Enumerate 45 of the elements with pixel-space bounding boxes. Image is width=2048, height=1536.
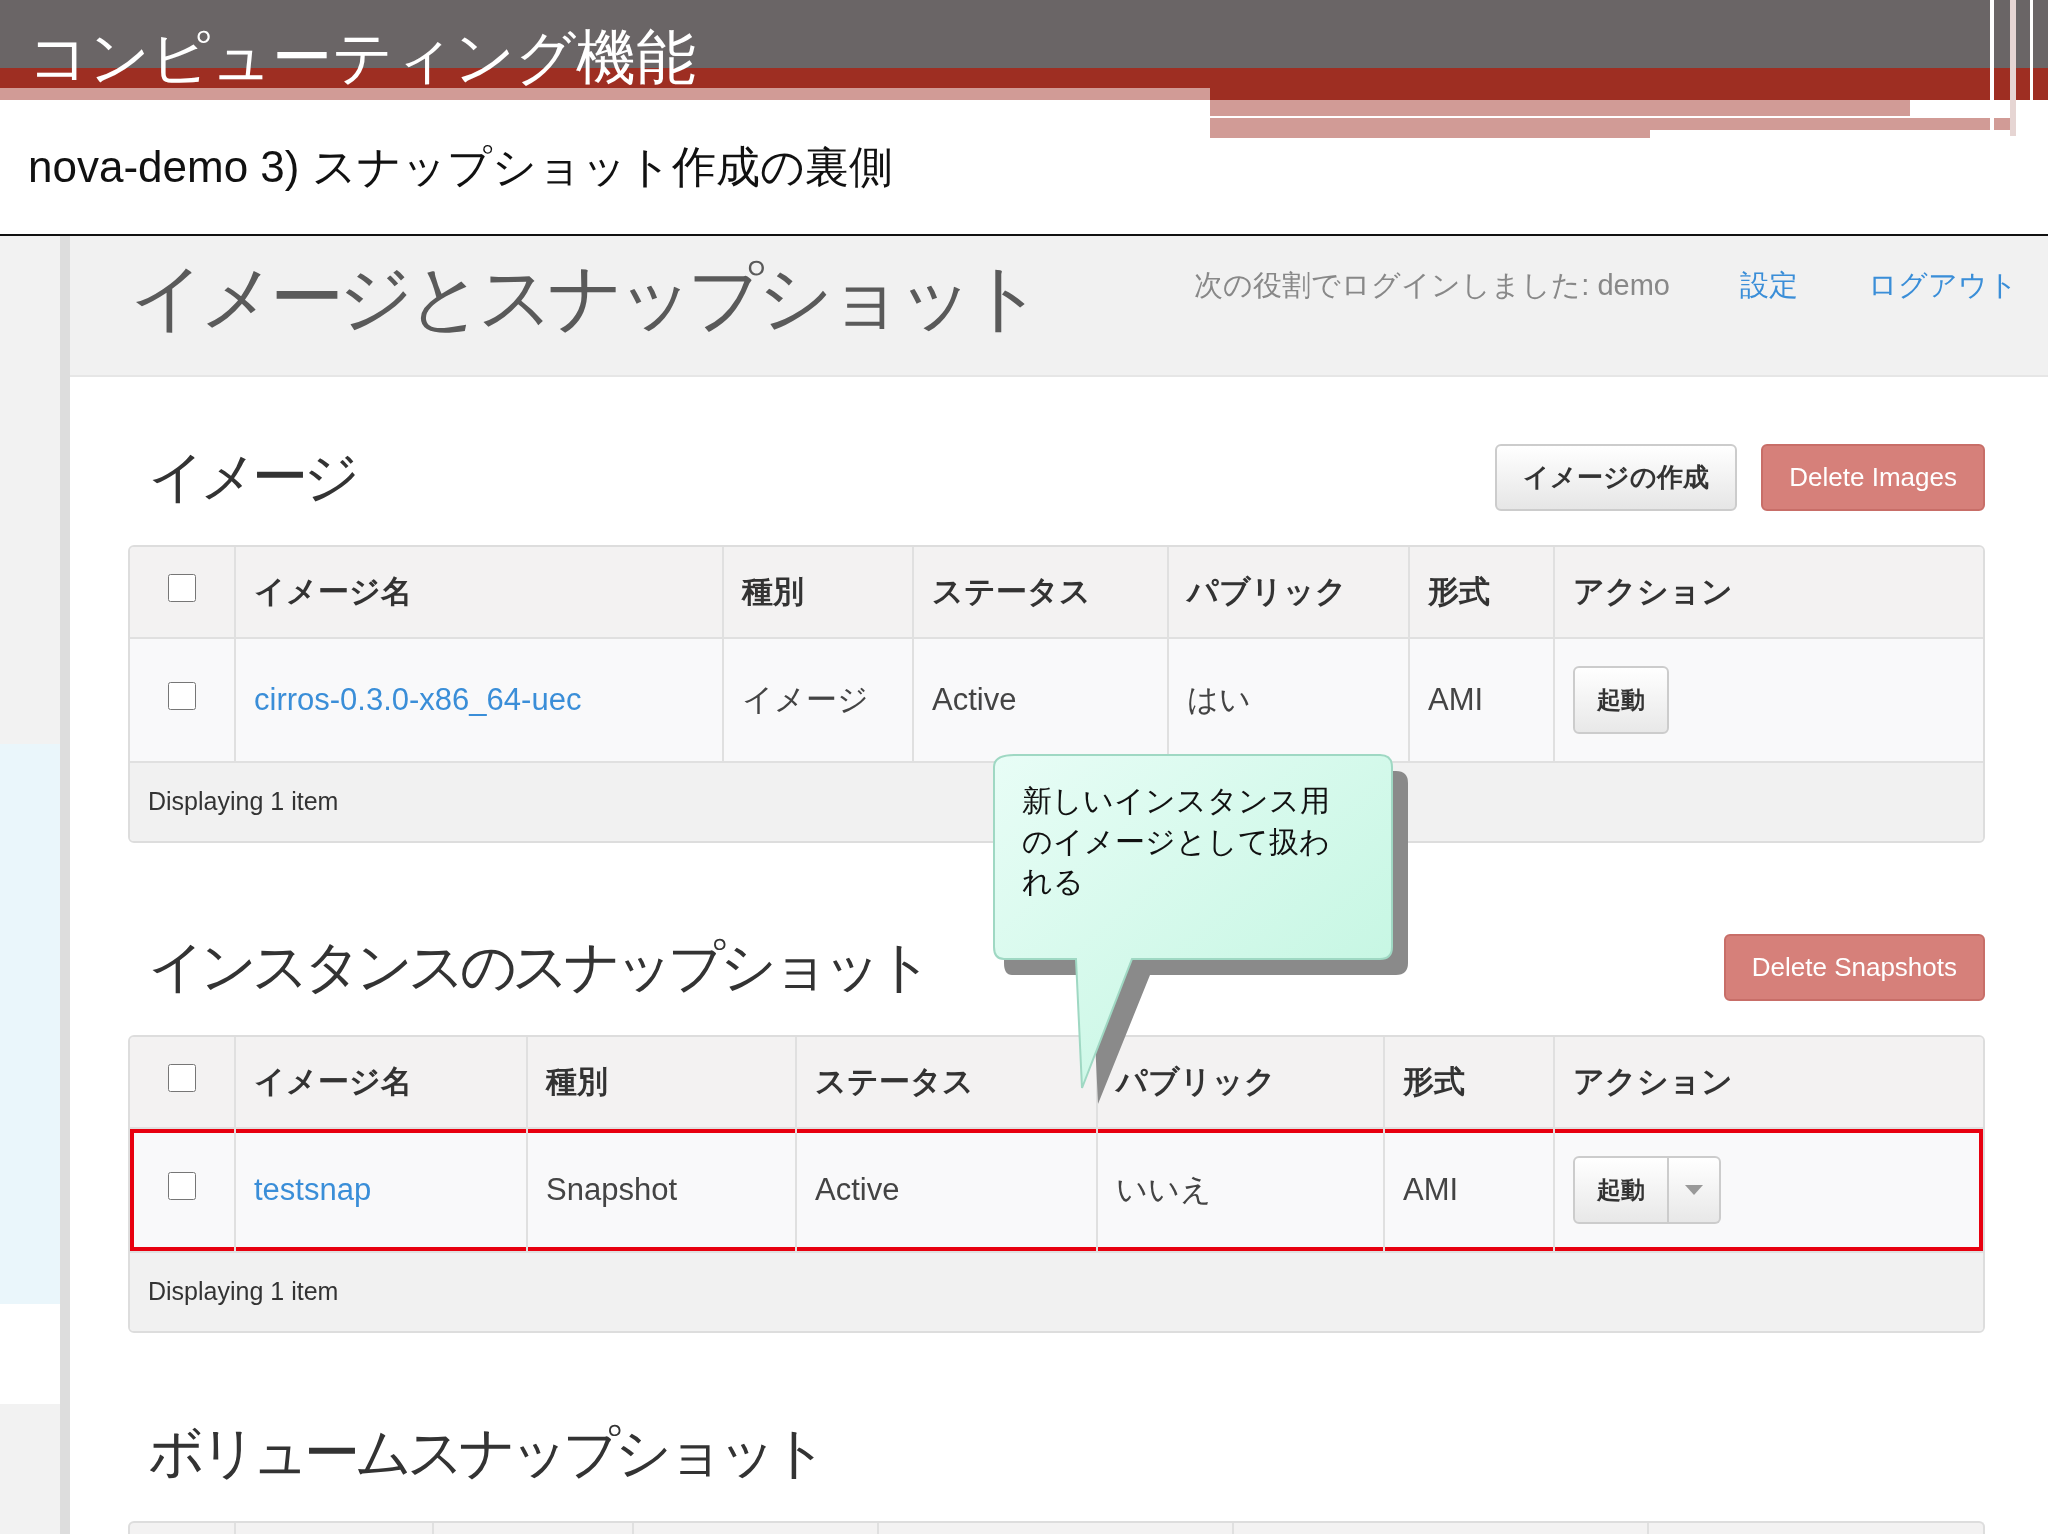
header-link[interactable]: 設定 (1740, 264, 1798, 375)
table-cell: AMI (1428, 681, 1484, 717)
header-link[interactable]: ログアウト (1868, 264, 2018, 375)
column-header: パブリック (1116, 1063, 1276, 1099)
column-header: 形式 (1428, 573, 1490, 609)
column-header: アクション (1573, 1063, 1733, 1099)
image-name-link[interactable]: testsnap (254, 1171, 372, 1207)
login-status-text: 次の役割でログインしました: demo (1194, 268, 1670, 303)
page-title: イメージとスナップショット (130, 255, 1038, 341)
table-cell: はい (1187, 681, 1251, 717)
row-checkbox[interactable] (168, 681, 196, 710)
column-header: パブリック (1187, 573, 1347, 609)
item-count-text: Displaying 1 item (148, 1277, 339, 1306)
column-header: ステータス (932, 573, 1091, 609)
table-cell: AMI (1403, 1171, 1459, 1207)
table-cell: イメージ (742, 681, 869, 717)
section-title: イメージ (148, 444, 355, 511)
column-header: イメージ名 (254, 1063, 412, 1099)
image-name-link[interactable]: cirros-0.3.0-x86_64-uec (254, 681, 582, 717)
callout-text: 新しいインスタンス用のイメージとして扱われる (1022, 783, 1331, 900)
delete-button[interactable]: Delete Snapshots (1723, 933, 1985, 1001)
launch-button[interactable]: 起動 (1573, 666, 1669, 734)
row-checkbox[interactable] (168, 1171, 196, 1200)
section-title: ボリュームスナップショット (148, 1420, 823, 1487)
section-title: インスタンスのスナップショット (148, 934, 928, 1001)
slide-subtitle: nova-demo 3) スナップショット作成の裏側 (28, 141, 893, 193)
column-header: 種別 (546, 1063, 608, 1099)
launch-button[interactable]: 起動 (1573, 1156, 1669, 1224)
column-header: ステータス (815, 1063, 974, 1099)
delete-button[interactable]: Delete Images (1761, 443, 1985, 511)
column-header: 種別 (742, 573, 804, 609)
dropdown-toggle[interactable] (1669, 1156, 1721, 1224)
table-cell: Active (815, 1171, 900, 1207)
table-cell: Snapshot (546, 1171, 677, 1207)
column-header: 形式 (1403, 1063, 1465, 1099)
select-all-checkbox[interactable] (168, 1063, 196, 1092)
column-header: イメージ名 (254, 573, 412, 609)
caret-icon (1685, 1185, 1703, 1195)
create-button[interactable]: イメージの作成 (1495, 443, 1738, 511)
slide-title: コンピューティング機能 (28, 28, 696, 88)
table-cell: Active (932, 681, 1017, 717)
select-all-checkbox[interactable] (168, 573, 196, 602)
column-header: アクション (1573, 573, 1733, 609)
table-cell: いいえ (1116, 1171, 1212, 1207)
item-count-text: Displaying 1 item (148, 787, 339, 816)
